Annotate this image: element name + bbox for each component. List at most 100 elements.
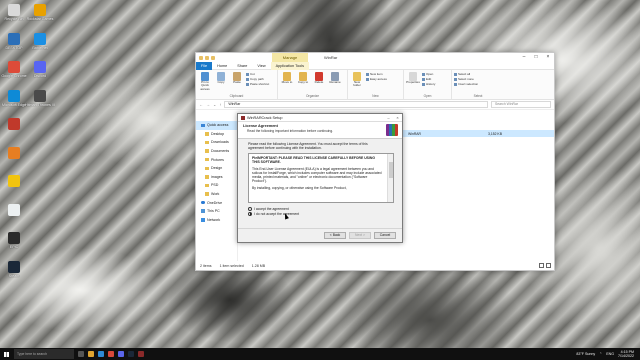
history-button[interactable]: History xyxy=(422,82,435,86)
copy-path-button[interactable]: Copy path xyxy=(246,77,269,81)
desktop-icon[interactable]: DESKTOP xyxy=(2,32,26,50)
address-field[interactable]: WinRar xyxy=(224,101,488,108)
copy-button[interactable]: Copy xyxy=(214,72,228,84)
invert-selection-button[interactable]: Invert selection xyxy=(454,82,478,86)
dialog-minimize-button[interactable]: – xyxy=(384,115,393,120)
organize-group-label: Organize xyxy=(306,94,319,98)
select-all-button[interactable]: Select all xyxy=(454,72,478,76)
easy-access-button[interactable]: Easy access xyxy=(366,77,387,81)
nav-item[interactable]: Downloads xyxy=(196,138,237,147)
desktop-icon[interactable]: Google Chrome xyxy=(1,61,27,78)
desktop-icon[interactable]: Rockstar Games xyxy=(27,4,53,21)
scrollbar-thumb[interactable] xyxy=(389,162,393,178)
clock[interactable]: 4:15 PM 7/14/2022 xyxy=(618,350,634,358)
app-shortcut-icon xyxy=(8,4,20,16)
steam-icon[interactable] xyxy=(128,351,134,357)
clipboard-group-label: Clipboard xyxy=(229,94,244,98)
nav-item[interactable]: Quick access xyxy=(196,121,237,130)
select-none-button[interactable]: Select none xyxy=(454,77,478,81)
new-item-button[interactable]: New item xyxy=(366,72,387,76)
close-button[interactable]: × xyxy=(542,53,554,62)
app-shortcut-icon xyxy=(8,260,20,273)
window-title: WinRar xyxy=(324,55,338,60)
nav-item[interactable]: This PC xyxy=(196,207,237,216)
search-input[interactable]: Search WinRar xyxy=(491,101,551,108)
cancel-button[interactable]: Cancel xyxy=(374,232,396,239)
file-size: 3,152 KB xyxy=(488,131,502,136)
chevron-down-icon[interactable]: ⌄ xyxy=(213,102,216,107)
dialog-close-button[interactable]: × xyxy=(393,115,402,120)
desktop-icon[interactable] xyxy=(2,146,26,160)
weather-widget[interactable]: 83°F Sunny xyxy=(576,352,595,356)
winrar-icon[interactable] xyxy=(138,351,144,357)
clipboard-group: Pin to Quick access Copy Paste Cut Copy … xyxy=(196,70,278,99)
nav-item[interactable]: images xyxy=(196,173,237,182)
edge-icon[interactable] xyxy=(98,351,104,357)
desktop-icon[interactable]: Battle.net xyxy=(28,32,52,50)
large-icons-view-icon[interactable] xyxy=(546,263,551,268)
edit-button[interactable]: Edit xyxy=(422,77,435,81)
tab-file[interactable]: File xyxy=(196,61,213,70)
eula-paragraph: PleIMPORTANT: PLEASE READ THIS LICENSE C… xyxy=(252,156,375,165)
decline-radio[interactable]: I do not accept the agreement xyxy=(248,211,396,216)
minimize-button[interactable]: – xyxy=(518,53,530,62)
next-button[interactable]: Next > xyxy=(349,232,371,239)
move-to-button[interactable]: Move to xyxy=(280,72,294,84)
open-button[interactable]: Open xyxy=(422,72,435,76)
up-arrow-icon[interactable]: ↑ xyxy=(219,102,221,107)
nav-item[interactable]: Network xyxy=(196,216,237,225)
eula-paragraph: By installing, copying, or otherwise usi… xyxy=(252,185,347,190)
desktop-icon[interactable]: Microsoft Edge xyxy=(2,89,26,107)
desktop-icon[interactable] xyxy=(2,118,26,131)
nav-item-label: Network xyxy=(207,217,221,222)
eula-scrollbar[interactable] xyxy=(387,154,393,202)
back-button[interactable]: < Back xyxy=(324,232,346,239)
desktop-icon[interactable]: Hitman Thrones III xyxy=(25,89,55,107)
quick-access-toolbar[interactable] xyxy=(199,55,215,60)
pin-quick-access-button[interactable]: Pin to Quick access xyxy=(198,72,212,91)
desktop-icon[interactable]: EPIC xyxy=(2,232,26,249)
tab-share[interactable]: Share xyxy=(232,62,252,70)
cut-button[interactable]: Cut xyxy=(246,72,269,76)
nav-item[interactable]: Desktop xyxy=(196,130,237,139)
copy-to-button[interactable]: Copy to xyxy=(296,72,310,84)
radio-circle[interactable] xyxy=(248,206,252,211)
start-button[interactable] xyxy=(0,348,12,360)
manage-tab[interactable]: Manage xyxy=(272,53,308,62)
chrome-icon[interactable] xyxy=(108,351,114,357)
rename-button[interactable]: Rename xyxy=(328,72,342,84)
file-name: WinRAR xyxy=(408,131,421,136)
desktop-icon[interactable] xyxy=(2,203,26,217)
desktop-icon[interactable]: Steam xyxy=(2,260,26,278)
desktop-icon[interactable]: Discord xyxy=(28,61,52,78)
nav-item[interactable]: PSD xyxy=(196,181,237,190)
task-view-icon[interactable] xyxy=(78,351,84,357)
properties-button[interactable]: Properties xyxy=(406,72,420,84)
license-text-box[interactable]: PleIMPORTANT: PLEASE READ THIS LICENSE C… xyxy=(248,153,394,203)
nav-item[interactable]: Documents xyxy=(196,147,237,156)
nav-item[interactable]: Pictures xyxy=(196,155,237,164)
accept-label: I accept the agreement xyxy=(254,206,289,211)
tab-home[interactable]: Home xyxy=(212,62,232,70)
nav-item[interactable]: Design xyxy=(196,164,237,173)
chevron-up-icon[interactable]: ⌃ xyxy=(599,352,602,356)
desktop-icon[interactable] xyxy=(2,175,26,188)
maximize-button[interactable]: □ xyxy=(530,53,542,62)
tab-view[interactable]: View xyxy=(252,62,270,70)
radio-circle-selected[interactable] xyxy=(248,211,252,216)
forward-arrow-icon[interactable]: → xyxy=(206,102,210,107)
desktop-icon[interactable]: Recycle Bin xyxy=(2,4,26,21)
nav-item[interactable]: Work xyxy=(196,190,237,199)
language-indicator[interactable]: ENG xyxy=(606,352,614,356)
nav-item[interactable]: OneDrive xyxy=(196,198,237,207)
paste-shortcut-button[interactable]: Paste shortcut xyxy=(246,82,269,86)
back-arrow-icon[interactable]: ← xyxy=(199,102,203,107)
discord-icon[interactable] xyxy=(118,351,124,357)
paste-button[interactable]: Paste xyxy=(230,72,244,84)
tab-application-tools[interactable]: Application Tools xyxy=(270,61,310,70)
new-folder-button[interactable]: New folder xyxy=(350,72,364,88)
details-view-icon[interactable] xyxy=(539,263,544,268)
file-explorer-icon[interactable] xyxy=(88,351,94,357)
taskbar-search[interactable]: Type here to search xyxy=(14,349,74,359)
delete-button[interactable]: Delete xyxy=(312,72,326,84)
